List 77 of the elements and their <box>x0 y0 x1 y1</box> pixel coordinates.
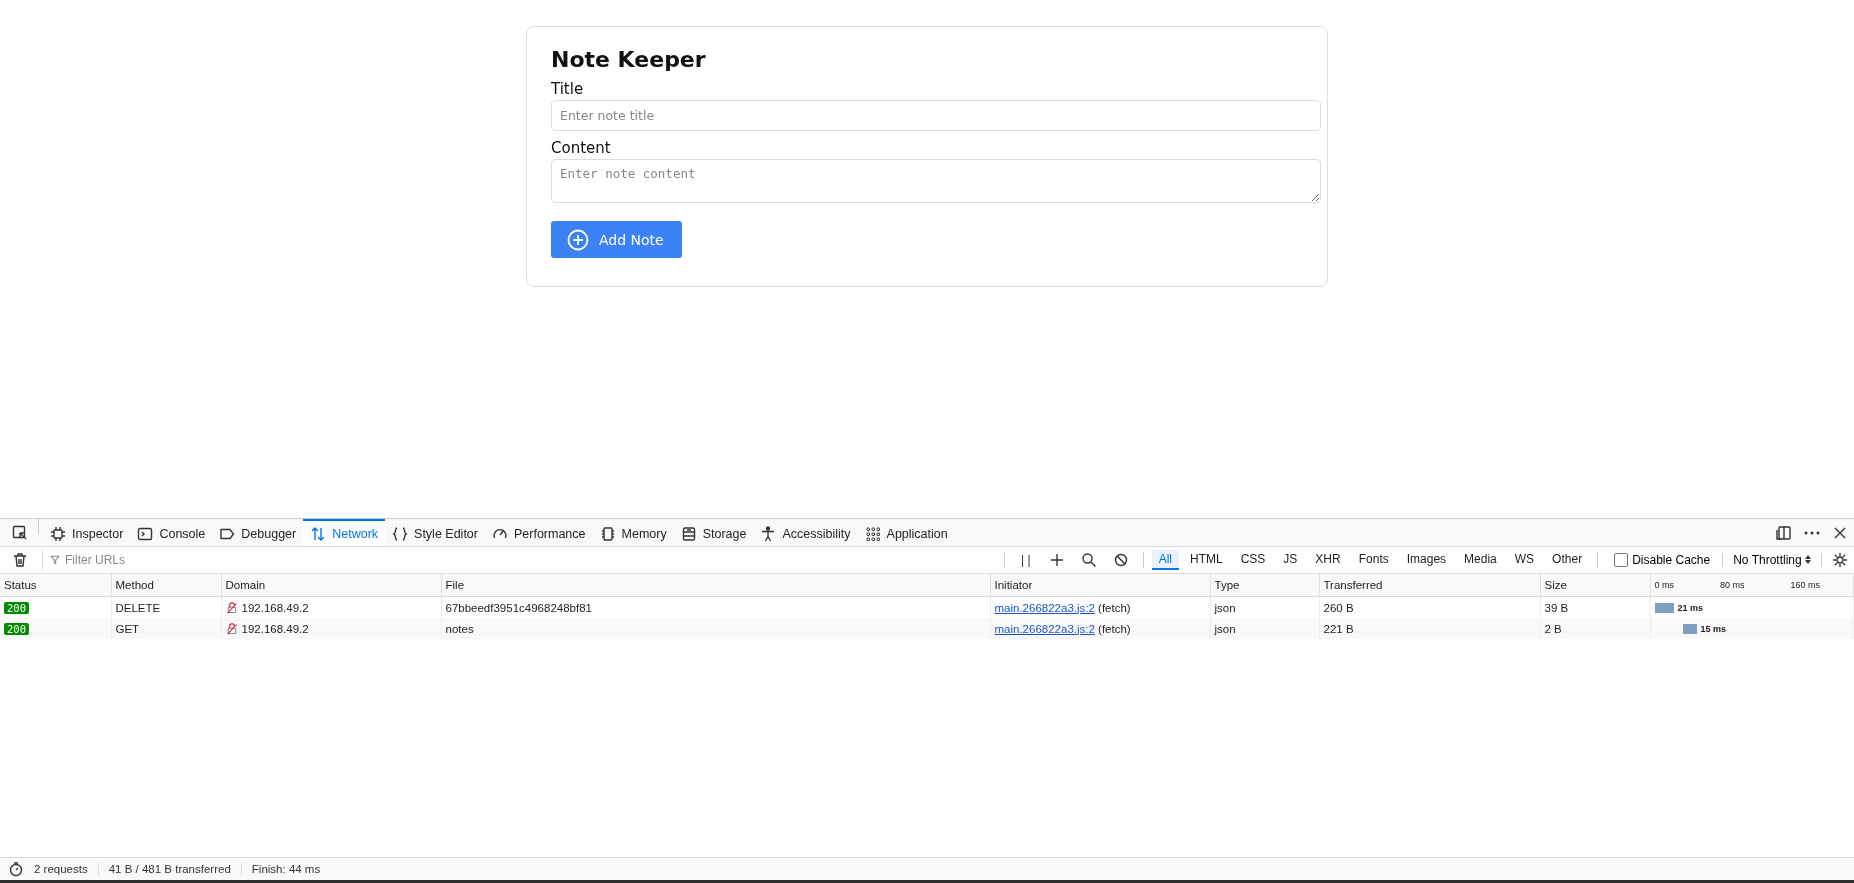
plus-circle-icon <box>567 228 589 251</box>
insecure-lock-icon <box>225 599 238 616</box>
devtools-tab[interactable]: Inspector <box>43 519 131 546</box>
content-field[interactable]: Enter note content <box>551 159 1321 203</box>
status-text: 41 B / 481 B transferred <box>98 863 242 875</box>
type-filter-button[interactable]: JS <box>1276 550 1305 570</box>
column-header[interactable]: Status <box>0 574 111 597</box>
timing-bar <box>1682 623 1697 634</box>
add-note-button[interactable]: Add Note <box>551 221 682 258</box>
disable-cache-checkbox[interactable]: Disable Cache <box>1606 553 1719 567</box>
initiator-link[interactable]: main.266822a3.js:2 <box>994 601 1095 614</box>
timeline-tick: 0 ms <box>1654 580 1674 590</box>
table-cell: json <box>1210 618 1319 639</box>
timing-label: 21 ms <box>1677 602 1704 613</box>
devtools-tab[interactable]: Accessibility <box>753 519 858 546</box>
column-header[interactable]: File <box>441 574 990 597</box>
timing-label: 15 ms <box>1700 623 1727 634</box>
tab-icon <box>310 525 327 542</box>
column-header[interactable]: Type <box>1210 574 1319 597</box>
type-filter-button[interactable]: WS <box>1507 550 1542 570</box>
devtools-tab[interactable]: Memory <box>592 519 674 546</box>
column-header[interactable]: Domain <box>221 574 441 597</box>
type-filter-button[interactable]: HTML <box>1183 550 1230 570</box>
type-filter-button[interactable]: Images <box>1399 550 1454 570</box>
tab-icon <box>137 525 154 542</box>
timeline-tick: 80 ms <box>1720 580 1745 590</box>
devtools-tab[interactable]: Performance <box>484 519 593 546</box>
tab-icon <box>50 525 66 542</box>
more-icon <box>1804 530 1820 535</box>
tab-icon <box>599 525 616 542</box>
table-cell: notes <box>441 618 990 639</box>
tab-icon <box>392 525 409 542</box>
tab-icon <box>680 525 697 542</box>
table-cell: 2 B <box>1540 618 1650 639</box>
status-text: 2 requests <box>24 863 99 875</box>
status-badge: 200 <box>4 601 29 614</box>
tab-icon <box>760 525 777 542</box>
checkbox[interactable] <box>1614 553 1629 567</box>
throttling-dropdown[interactable]: No Throttling <box>1722 553 1822 567</box>
tab-icon <box>864 525 881 542</box>
up-down-caret-icon <box>1805 555 1811 564</box>
type-filter-button[interactable]: Fonts <box>1351 550 1396 570</box>
devtools-tab[interactable]: Storage <box>673 519 754 546</box>
title-field[interactable]: Enter note title <box>551 100 1321 131</box>
type-filter-button[interactable]: All <box>1151 550 1179 570</box>
insecure-lock-icon <box>225 620 238 637</box>
field-label: Content <box>551 139 612 157</box>
type-filter-button[interactable]: CSS <box>1233 550 1273 570</box>
table-cell: 192.168.49.2 <box>241 601 309 614</box>
devtools-tab[interactable]: Console <box>130 519 213 546</box>
stopwatch-icon <box>8 861 24 877</box>
pause-button[interactable]: | | <box>1013 553 1039 567</box>
trash-icon <box>12 552 28 568</box>
table-cell: 192.168.49.2 <box>241 622 309 635</box>
column-header[interactable]: Method <box>111 574 221 597</box>
column-header[interactable]: Size <box>1540 574 1650 597</box>
field-label: Title <box>551 80 585 98</box>
table-cell: (fetch) <box>1098 622 1131 635</box>
devtools-tab[interactable]: Style Editor <box>385 519 485 546</box>
devtools-tab[interactable]: Debugger <box>212 519 304 546</box>
devtools-tab[interactable]: Network <box>303 519 386 546</box>
table-cell: 221 B <box>1319 618 1540 639</box>
app-title: Note Keeper <box>551 47 707 72</box>
timing-bar <box>1654 602 1674 613</box>
initiator-link[interactable]: main.266822a3.js:2 <box>994 622 1095 635</box>
type-filter-button[interactable]: XHR <box>1308 550 1348 570</box>
status-text: Finish: 44 ms <box>250 863 322 875</box>
type-filter-button[interactable]: Other <box>1545 550 1590 570</box>
table-cell: (fetch) <box>1098 601 1131 614</box>
devtools-tab[interactable]: Application <box>857 519 955 546</box>
table-cell: GET <box>111 618 221 639</box>
status-badge: 200 <box>4 622 29 635</box>
column-header[interactable]: Transferred <box>1319 574 1540 597</box>
column-header[interactable]: Initiator <box>990 574 1210 597</box>
timeline-tick: 160 ms <box>1790 580 1821 590</box>
type-filter-button[interactable]: Media <box>1457 550 1504 570</box>
pointer-icon <box>12 524 28 541</box>
